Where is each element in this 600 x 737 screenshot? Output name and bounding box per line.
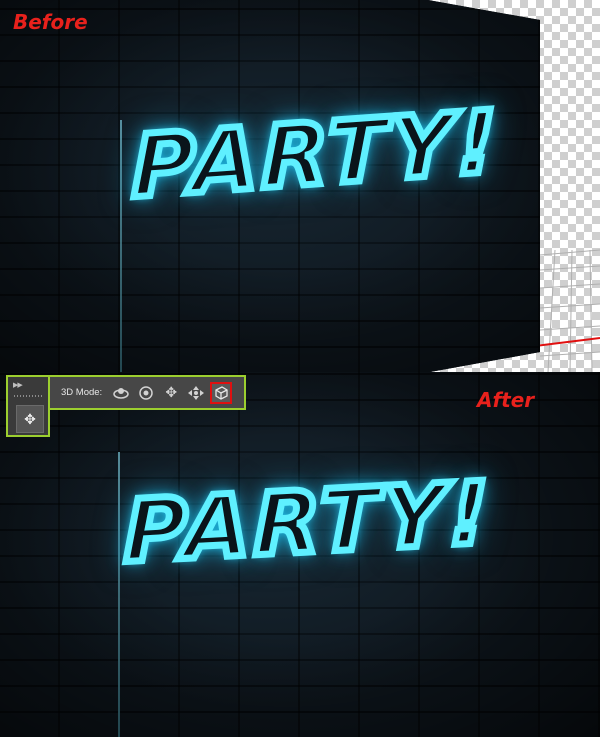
neon-cable bbox=[118, 452, 120, 737]
3d-mode-bar: 3D Mode: ✥ bbox=[50, 375, 246, 410]
panel-drag-handle[interactable] bbox=[14, 395, 44, 397]
before-panel: PARTY! Before bbox=[0, 0, 600, 372]
pan-icon[interactable]: ✥ bbox=[160, 382, 182, 404]
3d-mode-label: 3D Mode: bbox=[61, 387, 103, 398]
orbit-icon[interactable] bbox=[110, 382, 132, 404]
neon-cable bbox=[120, 120, 122, 372]
tools-panel: ▶▶ ✥ bbox=[6, 375, 50, 437]
neon-party-text: PARTY! bbox=[121, 460, 496, 586]
after-panel: PARTY! After bbox=[0, 372, 600, 737]
move-tool-icon: ✥ bbox=[24, 410, 36, 427]
after-label: After bbox=[477, 388, 535, 412]
roll-icon[interactable] bbox=[135, 382, 157, 404]
scale-3d-icon[interactable] bbox=[210, 381, 233, 404]
before-label: Before bbox=[13, 10, 88, 34]
move-tool-button[interactable]: ✥ bbox=[16, 405, 44, 433]
collapse-arrows-icon[interactable]: ▶▶ bbox=[13, 381, 23, 389]
neon-party-text: PARTY! bbox=[129, 89, 504, 222]
slide-icon[interactable] bbox=[185, 382, 207, 404]
